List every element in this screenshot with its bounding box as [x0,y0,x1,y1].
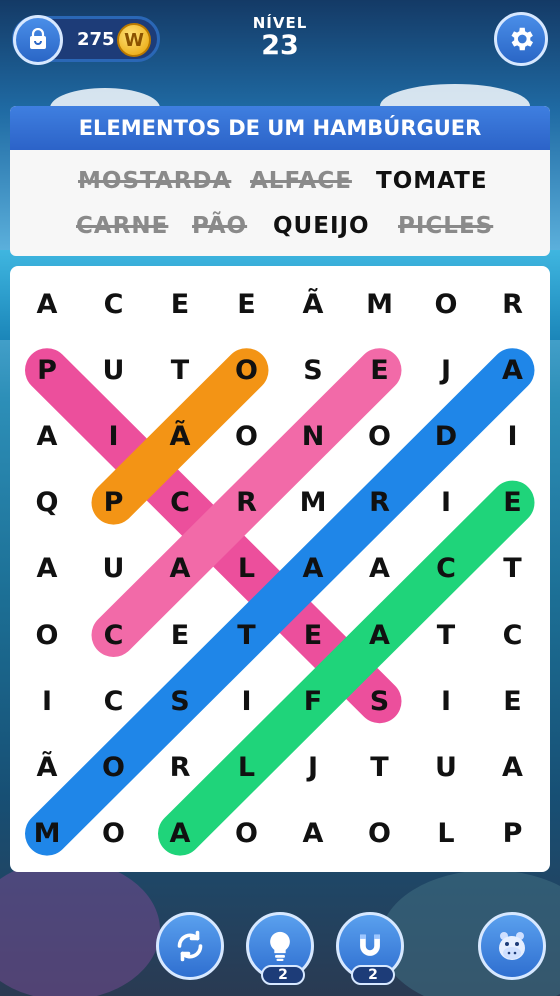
magnet-icon [360,934,380,956]
word-mostarda: MOSTARDA [78,168,232,194]
grid-cell-r5-c5[interactable]: A [347,602,413,668]
word-carne: CARNE [76,213,169,239]
grid-cell-r1-c3[interactable]: O [214,337,280,403]
grid-cell-r1-c5[interactable]: E [347,337,413,403]
grid-cell-r2-c7[interactable]: I [480,403,546,469]
hint-button[interactable]: 2 [246,912,314,985]
grid-cell-r7-c4[interactable]: J [280,734,346,800]
grid-cell-r0-c0[interactable]: A [14,271,80,337]
grid-cell-r0-c5[interactable]: M [347,271,413,337]
grid-cell-r6-c5[interactable]: S [347,668,413,734]
grid-cell-r7-c5[interactable]: T [347,734,413,800]
word-list-panel: ELEMENTOS DE UM HAMBÚRGUER MOSTARDA ALFA… [10,106,550,256]
grid-cell-r1-c1[interactable]: U [81,337,147,403]
word-alface: ALFACE [250,168,352,194]
grid-cell-r1-c6[interactable]: J [413,337,479,403]
grid-cell-r4-c5[interactable]: A [347,536,413,602]
grid-cell-r5-c1[interactable]: C [81,602,147,668]
grid-cell-r5-c3[interactable]: T [214,602,280,668]
level-number: 23 [261,30,299,61]
grid-cell-r4-c1[interactable]: U [81,536,147,602]
grid-cell-r3-c0[interactable]: Q [14,470,80,536]
grid-cell-r7-c2[interactable]: R [147,734,213,800]
settings-button[interactable] [494,12,548,66]
grid-cell-r4-c3[interactable]: L [214,536,280,602]
gear-icon [511,27,533,51]
category-title: ELEMENTOS DE UM HAMBÚRGUER [10,106,550,150]
grid-cell-r8-c4[interactable]: A [280,801,346,867]
grid-cell-r8-c6[interactable]: L [413,801,479,867]
word-queijo: QUEIJO [273,213,370,239]
grid-cell-r5-c0[interactable]: O [14,602,80,668]
grid-cell-r2-c5[interactable]: O [347,403,413,469]
grid-cell-r6-c0[interactable]: I [14,668,80,734]
word-pao: PÃO [192,213,248,239]
magnet-count-badge: 2 [351,965,395,985]
grid-cell-r4-c2[interactable]: A [147,536,213,602]
grid-cell-r3-c4[interactable]: M [280,470,346,536]
grid-cell-r6-c1[interactable]: C [81,668,147,734]
grid-cell-r8-c5[interactable]: O [347,801,413,867]
grid-cell-r2-c6[interactable]: D [413,403,479,469]
grid-cell-r4-c7[interactable]: T [480,536,546,602]
grid-cell-r5-c6[interactable]: T [413,602,479,668]
grid-cell-r1-c2[interactable]: T [147,337,213,403]
letter-grid[interactable]: ACEEÃMORPUTOSEJAAIÃONODIQPCRMRIEAUALAACT… [10,266,550,872]
grid-cell-r0-c7[interactable]: R [480,271,546,337]
grid-cell-r2-c0[interactable]: A [14,403,80,469]
shuffle-button[interactable] [156,912,224,980]
grid-cell-r4-c0[interactable]: A [14,536,80,602]
grid-cell-r7-c3[interactable]: L [214,734,280,800]
grid-cell-r8-c7[interactable]: P [480,801,546,867]
shuffle-icon [177,930,203,962]
grid-cell-r1-c7[interactable]: A [480,337,546,403]
grid-cell-r0-c2[interactable]: E [147,271,213,337]
grid-cell-r2-c1[interactable]: I [81,403,147,469]
grid-cell-r6-c7[interactable]: E [480,668,546,734]
grid-cell-r3-c5[interactable]: R [347,470,413,536]
word-tomate: TOMATE [376,168,488,194]
grid-cell-r6-c2[interactable]: S [147,668,213,734]
grid-cell-r8-c2[interactable]: A [147,801,213,867]
grid-cell-r0-c3[interactable]: E [214,271,280,337]
grid-cell-r3-c2[interactable]: C [147,470,213,536]
mascot-button[interactable] [478,912,546,980]
lightbulb-icon [270,931,290,962]
grid-cell-r1-c0[interactable]: P [14,337,80,403]
grid-cell-r2-c4[interactable]: N [280,403,346,469]
grid-cell-r6-c4[interactable]: F [280,668,346,734]
hippo-mascot-icon [499,932,525,960]
grid-cell-r3-c7[interactable]: E [480,470,546,536]
grid-cell-r7-c7[interactable]: A [480,734,546,800]
grid-cell-r5-c4[interactable]: E [280,602,346,668]
grid-cell-r5-c2[interactable]: E [147,602,213,668]
grid-cell-r6-c6[interactable]: I [413,668,479,734]
grid-cell-r2-c3[interactable]: O [214,403,280,469]
grid-cell-r6-c3[interactable]: I [214,668,280,734]
grid-cell-r4-c6[interactable]: C [413,536,479,602]
hint-count-badge: 2 [261,965,305,985]
grid-cell-r1-c4[interactable]: S [280,337,346,403]
grid-cell-r3-c6[interactable]: I [413,470,479,536]
grid-cell-r2-c2[interactable]: Ã [147,403,213,469]
grid-cell-r8-c3[interactable]: O [214,801,280,867]
grid-cell-r0-c4[interactable]: Ã [280,271,346,337]
grid-cell-r3-c3[interactable]: R [214,470,280,536]
grid-cell-r0-c6[interactable]: O [413,271,479,337]
grid-cell-r4-c4[interactable]: A [280,536,346,602]
word-picles: PICLES [398,213,494,239]
grid-cell-r8-c0[interactable]: M [14,801,80,867]
grid-cell-r8-c1[interactable]: O [81,801,147,867]
grid-cell-r5-c7[interactable]: C [480,602,546,668]
grid-cell-r0-c1[interactable]: C [81,271,147,337]
grid-cell-r7-c1[interactable]: O [81,734,147,800]
grid-cell-r7-c6[interactable]: U [413,734,479,800]
grid-cell-r7-c0[interactable]: Ã [14,734,80,800]
grid-cell-r3-c1[interactable]: P [81,470,147,536]
magnet-button[interactable]: 2 [336,912,404,985]
